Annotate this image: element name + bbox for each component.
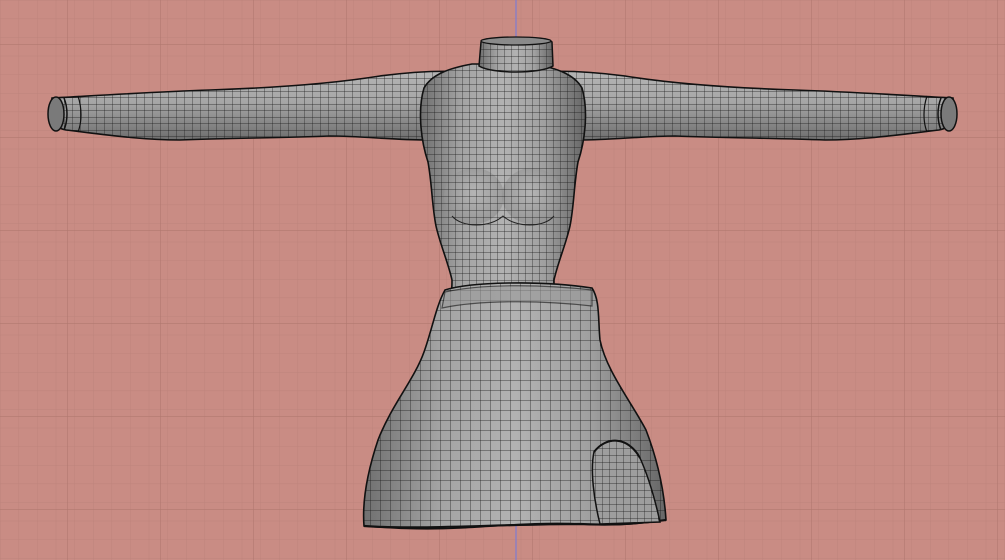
viewport-canvas[interactable]	[0, 0, 1005, 560]
3d-viewport[interactable]	[0, 0, 1005, 560]
